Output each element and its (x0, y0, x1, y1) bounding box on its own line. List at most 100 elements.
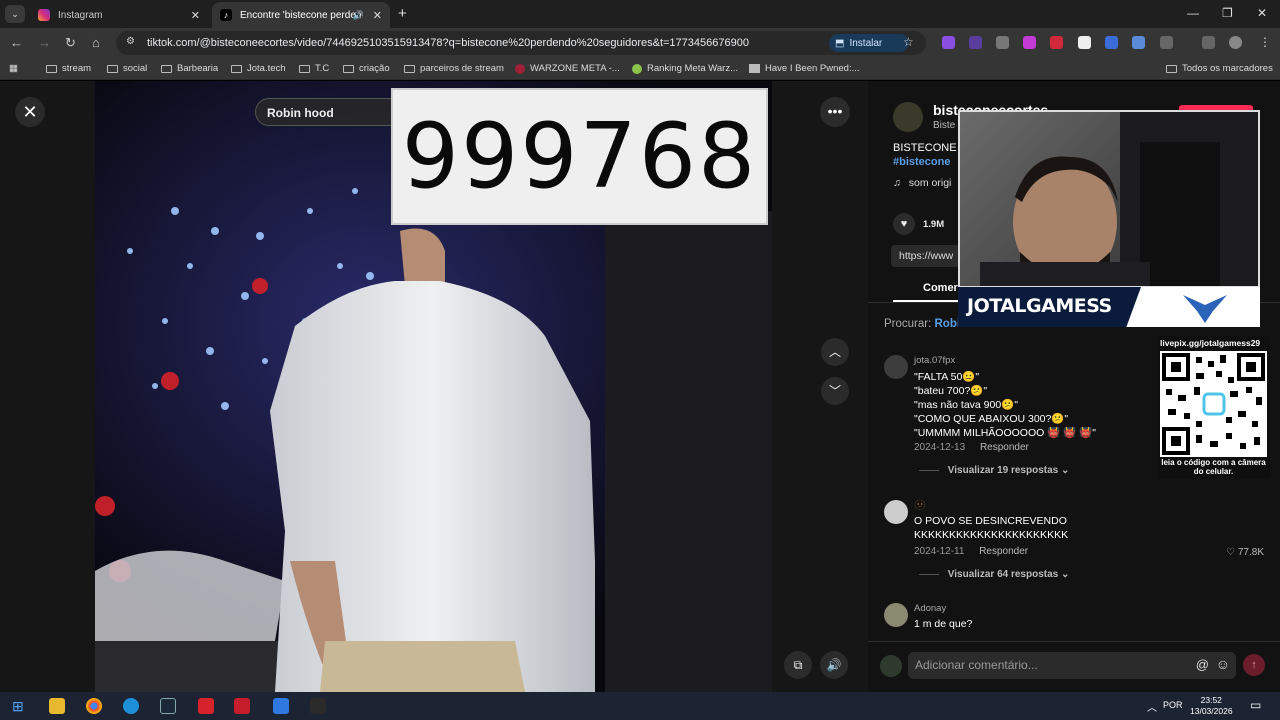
video-description: BISTECONE #bistecone (893, 141, 957, 169)
reply-button[interactable]: Responder (979, 546, 1028, 557)
tab-search-icon[interactable]: ⌄ (5, 5, 25, 23)
close-tab-icon[interactable]: ✕ (373, 9, 382, 22)
comment-like[interactable]: ♡ 77.8K (1226, 547, 1264, 558)
extension-icon[interactable] (942, 36, 955, 49)
extension-icon[interactable] (969, 36, 982, 49)
comment-text-line: "UMMMM MILHÃOOOOOO 👹 👹 👹" (914, 427, 1097, 439)
install-label: Instalar (849, 37, 883, 49)
close-video-button[interactable]: ✕ (15, 97, 45, 127)
speaker-icon[interactable]: 🔊 (353, 10, 364, 21)
previous-video-button[interactable]: ︿ (821, 338, 849, 366)
comment-username[interactable]: 🫥 (914, 500, 926, 511)
donation-qr-panel: livepix.gg/jotalgamess29 leia o código c… (1157, 336, 1270, 479)
tray-chevron-icon[interactable]: ︿ (1147, 699, 1157, 714)
bookmark-star-icon[interactable]: ☆ (903, 35, 914, 49)
view-replies-button[interactable]: Visualizar 19 respostas ⌄ (919, 465, 1070, 476)
comment-text-line: "mas não tava 900😕" (914, 399, 1019, 411)
clock-time: 23:52 (1200, 695, 1222, 705)
chrome-icon[interactable] (86, 698, 102, 714)
clock[interactable]: 23:52 13/03/2026 (1190, 695, 1233, 717)
comment-avatar[interactable] (884, 355, 908, 379)
bookmark-folder[interactable]: Barbearia (161, 63, 218, 74)
bookmark-link[interactable]: WARZONE META -... (515, 63, 620, 74)
minimize-icon[interactable]: — (1187, 6, 1199, 20)
close-tab-icon[interactable]: ✕ (191, 9, 200, 22)
volume-button[interactable]: 🔊 (820, 651, 848, 679)
extension-icon[interactable] (996, 36, 1009, 49)
bookmark-link[interactable]: Ranking Meta Warz... (632, 63, 738, 74)
folder-icon (404, 64, 415, 73)
hashtag-link[interactable]: #bistecone (893, 155, 957, 169)
notification-icon[interactable]: ▭ (1250, 698, 1261, 712)
amd-icon[interactable] (234, 698, 250, 714)
edge-icon[interactable] (123, 698, 139, 714)
video-area: ✕ Robin hood ⌕ 999768 ••• ︿ ﹀ ⧉ 🔊 (0, 81, 868, 692)
reload-icon[interactable]: ↻ (65, 35, 76, 51)
qr-code-graphic (1162, 353, 1265, 455)
file-explorer-icon[interactable] (49, 698, 65, 714)
comment-text-line: O POVO SE DESINCREVENDO (914, 515, 1067, 527)
more-options-button[interactable]: ••• (820, 97, 850, 127)
mention-icon[interactable]: @ (1196, 657, 1209, 672)
bookmark-folder[interactable]: criação (343, 63, 390, 74)
view-replies-button[interactable]: Visualizar 64 respostas ⌄ (919, 569, 1070, 580)
reply-button[interactable]: Responder (980, 442, 1029, 453)
folder-icon (107, 64, 118, 73)
steam-icon[interactable] (160, 698, 176, 714)
maximize-icon[interactable]: ❐ (1222, 6, 1233, 20)
heart-icon[interactable]: ♥ (893, 213, 915, 235)
emoji-icon[interactable]: ☺ (1216, 656, 1230, 672)
next-video-button[interactable]: ﹀ (821, 377, 849, 405)
windows-start-icon[interactable]: ⊞ (12, 698, 24, 715)
apps-icon[interactable]: ▦ (9, 63, 18, 74)
window-close-icon[interactable]: ✕ (1257, 6, 1267, 20)
extensions-puzzle-icon[interactable] (1160, 36, 1173, 49)
extension-icon[interactable] (1050, 36, 1063, 49)
like-action[interactable]: ♥ 1.9M (893, 213, 944, 235)
home-icon[interactable]: ⌂ (92, 35, 100, 50)
tab-label: Instagram (58, 9, 103, 21)
search-prefix: Procurar: (884, 318, 932, 330)
menu-icon[interactable]: ⋮ (1259, 35, 1271, 49)
bookmark-folder[interactable]: parceiros de stream (404, 63, 504, 74)
profile-icon[interactable] (1229, 36, 1242, 49)
bookmark-link[interactable]: Have I Been Pwned:... (749, 63, 860, 74)
tab-tiktok[interactable]: ♪ Encontre 'bistecone perden 🔊 ✕ (212, 2, 390, 28)
qr-url: livepix.gg/jotalgamess29 (1160, 338, 1261, 348)
input-language[interactable]: POR (1163, 700, 1183, 710)
reading-list-icon[interactable] (1202, 36, 1215, 49)
back-icon[interactable]: ← (10, 35, 23, 50)
forward-icon[interactable]: → (38, 35, 51, 50)
bookmark-folder[interactable]: social (107, 63, 147, 74)
tab-comments[interactable]: Comer (923, 282, 958, 294)
comment-avatar[interactable] (884, 500, 908, 524)
browser-tab-bar: ⌄ Instagram ✕ ♪ Encontre 'bistecone perd… (0, 0, 1280, 28)
extension-icon[interactable] (1105, 36, 1118, 49)
new-tab-icon[interactable]: + (398, 5, 407, 22)
tab-instagram[interactable]: Instagram ✕ (30, 2, 208, 28)
comment-username[interactable]: Adonay (914, 603, 946, 614)
site-info-icon[interactable]: ⚙ (126, 36, 135, 47)
app-icon[interactable] (273, 698, 289, 714)
comment-date: 2024-12-13 (914, 442, 966, 453)
address-bar[interactable]: ⚙ tiktok.com/@bisteconeecortes/video/744… (116, 31, 926, 55)
bookmark-folder[interactable]: stream (46, 63, 91, 74)
folder-icon (299, 64, 310, 73)
install-button[interactable]: ⬒ Instalar (829, 34, 909, 52)
comment-input[interactable]: Adicionar comentário... @ ☺ (908, 652, 1236, 679)
all-bookmarks-folder[interactable]: Todos os marcadores (1166, 63, 1273, 74)
send-comment-button[interactable]: ↑ (1243, 654, 1265, 676)
extension-icon[interactable] (1078, 36, 1091, 49)
bookmark-folder[interactable]: T.C (299, 63, 329, 74)
extension-icon[interactable] (1023, 36, 1036, 49)
lightning-app-icon[interactable] (198, 698, 214, 714)
sound-link[interactable]: ♫ som origi (893, 177, 951, 189)
app-icon[interactable] (310, 698, 326, 714)
comment-avatar[interactable] (884, 603, 908, 627)
bookmark-folder[interactable]: Jota.tech (231, 63, 286, 74)
author-avatar[interactable] (893, 102, 923, 132)
extension-icon[interactable] (1132, 36, 1145, 49)
user-avatar[interactable] (880, 655, 902, 677)
mini-player-button[interactable]: ⧉ (784, 651, 812, 679)
comment-username[interactable]: jota.07fpx (914, 355, 955, 366)
